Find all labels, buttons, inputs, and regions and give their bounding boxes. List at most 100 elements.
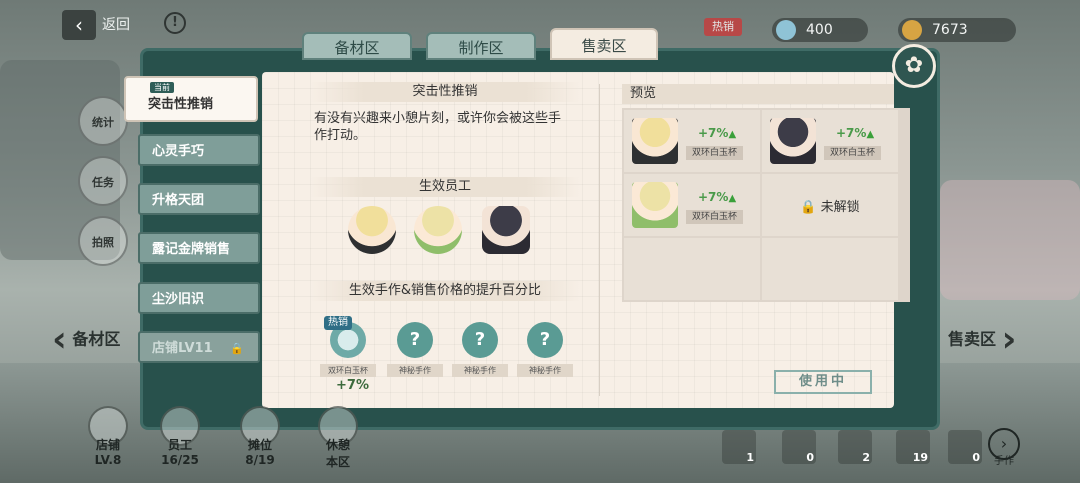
nav-prev-area[interactable]: ‹ 备材区	[52, 322, 120, 358]
sidebar-item-label: 尘沙旧识	[152, 292, 205, 307]
chevron-left-icon: ‹	[75, 13, 83, 37]
stat-label: 店铺	[95, 438, 120, 452]
inventory-slot[interactable]: 0	[782, 430, 816, 464]
craft-name: 双环白玉杯	[686, 210, 744, 224]
locked-text: 未解锁	[820, 200, 860, 215]
tab-selling[interactable]: 售卖区	[550, 28, 658, 60]
sidebar-item-old-friend[interactable]: 尘沙旧识	[138, 282, 260, 314]
nav-prev-label: 备材区	[72, 329, 121, 349]
photo-nav-button[interactable]: 拍照	[78, 216, 128, 266]
up-arrow-icon: ▲	[728, 129, 737, 140]
nav-next-label: 售卖区	[948, 329, 997, 349]
task-nav-label: 任务	[92, 176, 114, 189]
photo-nav-label: 拍照	[92, 236, 114, 249]
stat-value: 本区	[325, 455, 350, 469]
back-button[interactable]: ‹	[62, 10, 96, 40]
nav-next-area[interactable]: 售卖区 ›	[948, 322, 1016, 358]
bonus-percent: +7%▲	[836, 126, 874, 140]
preview-cell[interactable]: +7%▲ 双环白玉杯	[762, 110, 898, 172]
staff-avatar	[632, 182, 678, 228]
chevron-left-icon: ‹	[52, 319, 67, 360]
tab-materials[interactable]: 备材区	[302, 32, 412, 60]
staff-stat[interactable]: 员工 16/25	[150, 406, 210, 468]
inventory-slot[interactable]: 2	[838, 430, 872, 464]
hot-chip: 热销	[704, 18, 742, 36]
question-fan-icon: ?	[397, 322, 433, 358]
preview-title: 预览	[622, 84, 894, 104]
currency-coin[interactable]: 7673	[898, 18, 1016, 42]
craft-item[interactable]: ? 神秘手作	[387, 322, 443, 377]
bonus-percent-value: +7%	[698, 126, 729, 140]
inventory-count: 2	[862, 451, 870, 464]
tab-crafting[interactable]: 制作区	[426, 32, 536, 60]
top-bar: ‹ 返回 ! 热销 400 7673	[0, 0, 1080, 46]
background-blossom	[940, 180, 1080, 300]
sidebar-item-label: 露记金牌销售	[152, 242, 231, 257]
up-arrow-icon: ▲	[866, 129, 875, 140]
sidebar-item-label: 店铺LV11	[152, 341, 213, 356]
in-use-button[interactable]: 使用中	[774, 370, 872, 394]
preview-cell-empty	[762, 238, 898, 300]
inventory-count: 19	[912, 451, 928, 464]
currency-gem[interactable]: 400	[772, 18, 868, 42]
current-badge: 当前	[150, 82, 174, 93]
inventory-slot[interactable]: 1	[722, 430, 756, 464]
gem-icon	[776, 20, 796, 40]
sidebar-item-upgrade-group[interactable]: 升格天团	[138, 183, 260, 215]
back-label[interactable]: 返回	[102, 14, 130, 34]
stats-nav-label: 统计	[92, 116, 114, 129]
craft-name: 双环白玉杯	[686, 146, 744, 160]
bonus-percent: +7%▲	[698, 190, 736, 204]
inventory-slot[interactable]: 19	[896, 430, 930, 464]
preview-cell[interactable]: +7%▲ 双环白玉杯	[624, 110, 760, 172]
preview-cell[interactable]: +7%▲ 双环白玉杯	[624, 174, 760, 236]
stat-value: 16/25	[161, 453, 199, 467]
lock-icon: 🔒	[800, 200, 817, 215]
crafts-section-title: 生效手作&销售价格的提升百分比	[310, 281, 580, 301]
flower-logo-button[interactable]: ✿	[892, 44, 936, 88]
craft-item[interactable]: ? 神秘手作	[517, 322, 573, 377]
preview-cell-locked: 🔒 未解锁	[762, 174, 898, 236]
coin-icon	[902, 20, 922, 40]
chevron-right-icon: ›	[1001, 319, 1017, 360]
sidebar-item-shop-lv11[interactable]: 店铺LV11 🔒	[138, 331, 260, 363]
stat-value: LV.8	[94, 453, 122, 467]
stat-value: 8/19	[245, 453, 275, 467]
stall-stat[interactable]: 摊位 8/19	[230, 406, 290, 468]
inventory-count: 0	[806, 451, 814, 464]
question-fan-icon: ?	[527, 322, 563, 358]
sidebar-item-gold-sales[interactable]: 露记金牌销售	[138, 232, 260, 264]
up-arrow-icon: ▲	[728, 193, 737, 204]
craft-item[interactable]: 双环白玉杯	[320, 322, 376, 377]
hot-tag: 热销	[324, 316, 352, 330]
sidebar-item-label: 升格天团	[152, 193, 205, 208]
inventory-count: 0	[972, 451, 980, 464]
info-icon[interactable]: !	[164, 12, 186, 34]
locked-label: 🔒 未解锁	[762, 196, 898, 215]
bonus-percent: +7%▲	[698, 126, 736, 140]
craft-bonus: +7%	[336, 378, 369, 393]
staff-avatar	[482, 206, 530, 254]
stat-label: 摊位	[247, 438, 272, 452]
chevron-right-icon: ›	[1000, 434, 1008, 453]
shop-level-stat[interactable]: 店铺 LV.8	[78, 406, 138, 468]
rest-stat[interactable]: 休憩 本区	[308, 406, 368, 469]
craft-name: 神秘手作	[387, 364, 443, 377]
staff-avatar	[414, 206, 462, 254]
sidebar-item-dexterous[interactable]: 心灵手巧	[138, 134, 260, 166]
inventory-slot[interactable]: 0	[948, 430, 982, 464]
craft-name: 神秘手作	[452, 364, 508, 377]
stats-nav-button[interactable]: 统计	[78, 96, 128, 146]
section-title: 突击性推销	[310, 82, 580, 102]
craft-name: 神秘手作	[517, 364, 573, 377]
sidebar-item-active[interactable]: 当前 突击性推销	[124, 76, 258, 122]
task-nav-button[interactable]: 任务	[78, 156, 128, 206]
inventory-count: 1	[746, 451, 754, 464]
bonus-percent-value: +7%	[698, 190, 729, 204]
description-text: 有没有兴趣来小憩片刻，或许你会被这些手作打动。	[314, 111, 562, 143]
staff-avatar	[348, 206, 396, 254]
staff-section-title: 生效员工	[310, 177, 580, 197]
craft-name: 双环白玉杯	[320, 364, 376, 377]
craft-item[interactable]: ? 神秘手作	[452, 322, 508, 377]
question-fan-icon: ?	[462, 322, 498, 358]
